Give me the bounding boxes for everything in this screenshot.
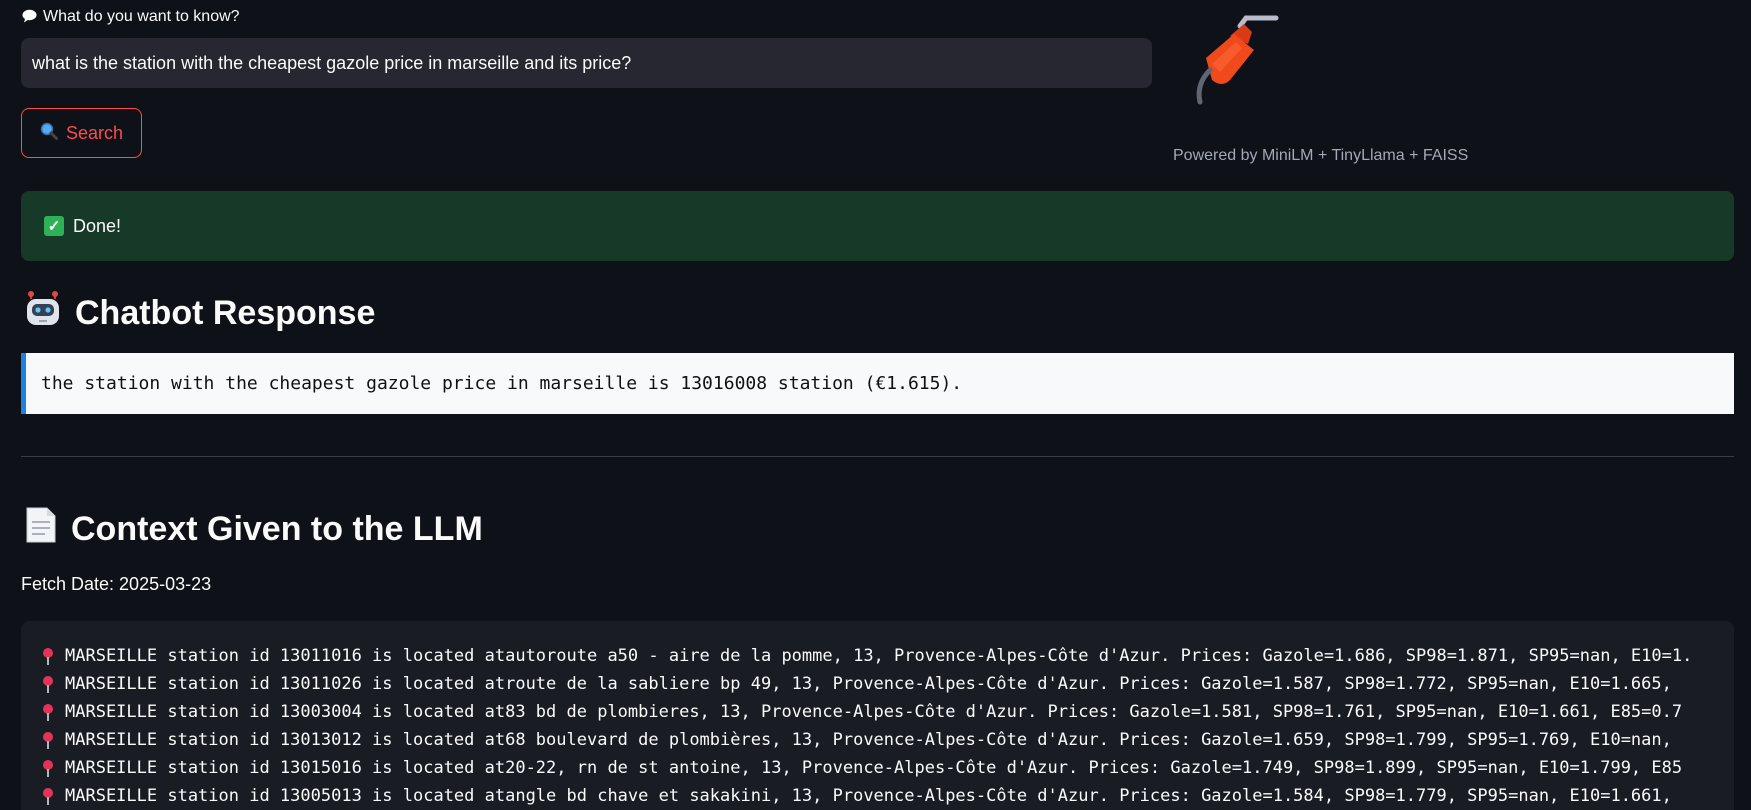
fetch-date: Fetch Date: 2025-03-23 xyxy=(21,574,212,594)
success-alert: ✓ Done! xyxy=(21,191,1734,261)
context-line: MARSEILLE station id 13005013 is located… xyxy=(43,782,1734,810)
fuel-pump-icon xyxy=(1182,14,1282,110)
pin-icon xyxy=(43,758,53,778)
magnifier-icon xyxy=(40,122,58,145)
document-icon xyxy=(25,506,57,553)
context-line: MARSEILLE station id 13011016 is located… xyxy=(43,642,1734,670)
pin-icon xyxy=(43,646,53,666)
chatbot-response: the station with the cheapest gazole pri… xyxy=(21,353,1734,414)
speech-bubble-icon xyxy=(22,9,37,26)
pin-icon xyxy=(43,702,53,722)
success-text: Done! xyxy=(73,215,122,236)
pin-icon xyxy=(43,674,53,694)
context-heading: Context Given to the LLM xyxy=(25,506,483,553)
context-heading-text: Context Given to the LLM xyxy=(71,510,483,548)
check-icon: ✓ xyxy=(44,216,64,236)
context-line: MARSEILLE station id 13013012 is located… xyxy=(43,726,1734,754)
context-line: MARSEILLE station id 13011026 is located… xyxy=(43,670,1734,698)
context-line: MARSEILLE station id 13015016 is located… xyxy=(43,754,1734,782)
divider xyxy=(21,456,1734,457)
app-page: What do you want to know? Search Powered… xyxy=(0,0,1751,810)
pin-icon xyxy=(43,786,53,806)
robot-icon xyxy=(25,290,61,337)
chatbot-response-text: the station with the cheapest gazole pri… xyxy=(41,373,963,394)
search-button-label: Search xyxy=(65,122,124,143)
query-label: What do you want to know? xyxy=(22,8,240,26)
context-code-block[interactable]: MARSEILLE station id 13011016 is located… xyxy=(21,621,1734,810)
chatbot-heading-text: Chatbot Response xyxy=(75,294,376,332)
context-line: MARSEILLE station id 13003004 is located… xyxy=(43,698,1734,726)
pin-icon xyxy=(43,730,53,750)
query-label-text: What do you want to know? xyxy=(43,8,240,25)
chatbot-heading: Chatbot Response xyxy=(25,290,375,337)
search-button[interactable]: Search xyxy=(21,108,142,158)
powered-by-text: Powered by MiniLM + TinyLlama + FAISS xyxy=(1173,147,1469,164)
query-input[interactable] xyxy=(21,38,1152,88)
